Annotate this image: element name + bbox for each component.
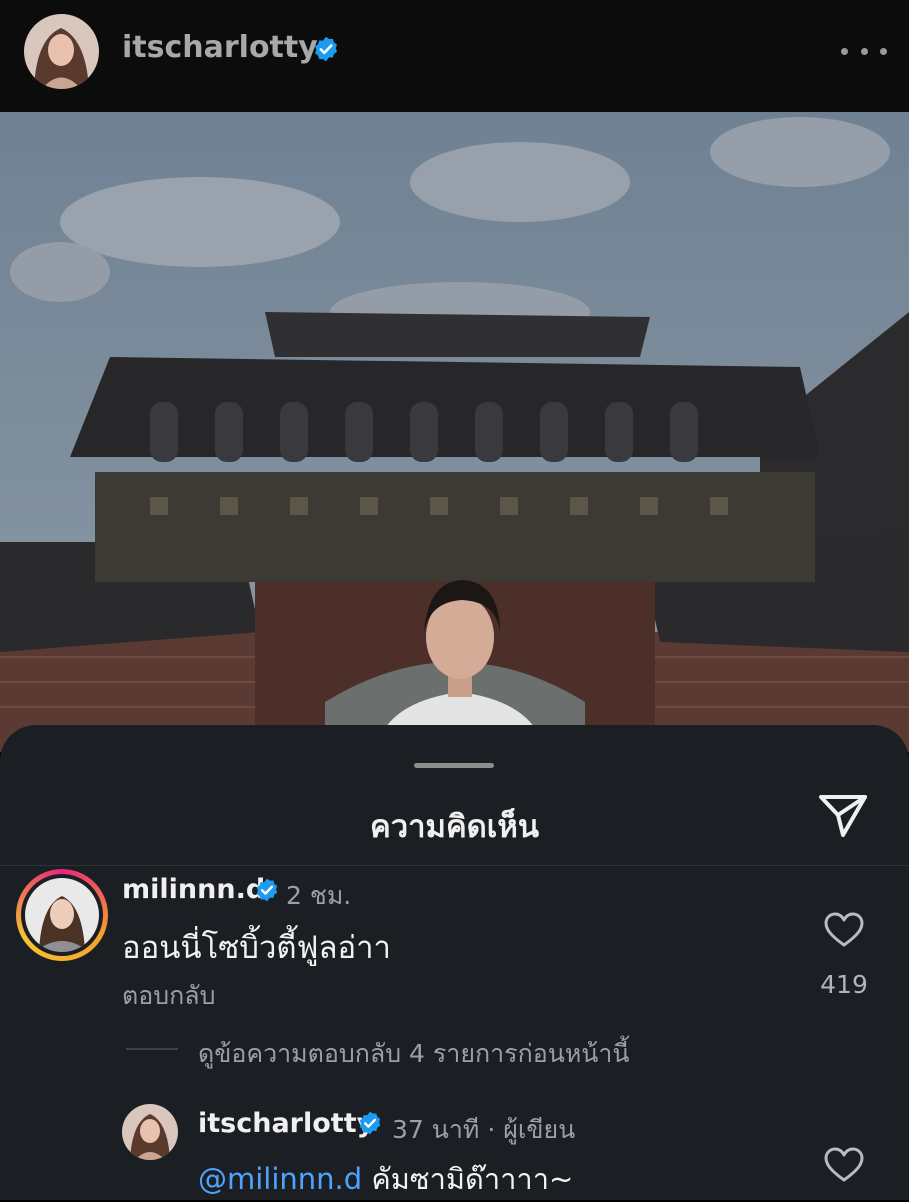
sheet-title: ความคิดเห็น	[369, 809, 540, 845]
reply-button[interactable]: ตอบกลับ	[122, 976, 215, 1016]
like-count: 419	[820, 970, 868, 999]
paper-plane-icon[interactable]	[815, 791, 871, 841]
verified-badge-icon	[357, 1110, 383, 1140]
comment-text: ออนนี่โซบิ้วตี้ฟูลอ่าา	[122, 930, 391, 966]
author-badge: ผู้เขียน	[503, 1115, 576, 1144]
comment-avatar-story-ring[interactable]	[16, 869, 108, 961]
header-username[interactable]: itscharlotty	[122, 30, 318, 65]
verified-badge-icon	[254, 877, 280, 907]
profile-avatar[interactable]	[24, 14, 99, 89]
meta-separator: ·	[487, 1115, 496, 1144]
divider	[0, 865, 909, 866]
comment-avatar[interactable]	[25, 878, 99, 952]
post-photo[interactable]	[0, 112, 909, 752]
sheet-grabber[interactable]	[414, 763, 494, 768]
post-header: itscharlotty	[0, 0, 909, 112]
thread-line	[126, 1048, 178, 1050]
reply-timestamp: 37 นาที	[392, 1115, 480, 1144]
reply-meta: 37 นาที · ผู้เขียน	[392, 1110, 575, 1150]
heart-icon[interactable]	[824, 912, 864, 952]
reply-text: @milinnn.d คัมซามิด๊าาาา~	[198, 1156, 573, 1202]
comment-username[interactable]: milinnn.d	[122, 874, 265, 905]
reply-username[interactable]: itscharlotty	[198, 1108, 374, 1139]
mention-link[interactable]: @milinnn.d	[198, 1162, 362, 1196]
verified-badge-icon	[312, 35, 340, 67]
reply-avatar[interactable]	[122, 1104, 178, 1160]
more-horizontal-icon[interactable]	[841, 38, 887, 64]
reply-body: คัมซามิด๊าาาา~	[371, 1162, 574, 1196]
comment-timestamp: 2 ชม.	[286, 881, 352, 910]
view-previous-replies-button[interactable]: ดูข้อความตอบกลับ 4 รายการก่อนหน้านี้	[198, 1034, 630, 1074]
heart-icon[interactable]	[824, 1147, 864, 1187]
